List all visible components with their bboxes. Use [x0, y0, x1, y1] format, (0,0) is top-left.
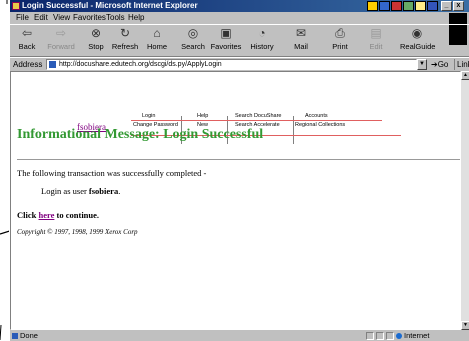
- menu-tools[interactable]: Tools: [106, 12, 125, 24]
- print-icon: ⎙: [335, 26, 345, 40]
- history-icon: ◔: [258, 26, 266, 40]
- menu-bar: File Edit View Favorites Tools Help: [10, 12, 469, 24]
- toolbar: ⇦ Back ⇨ Forward ⊗ Stop ↻ Refresh ⌂ Home…: [10, 24, 469, 57]
- home-label: Home: [146, 42, 167, 51]
- security-zone: Internet: [396, 331, 429, 341]
- home-icon: ⌂: [153, 26, 161, 40]
- mail-icon: ✉: [295, 26, 307, 40]
- refresh-icon: ↻: [119, 26, 131, 40]
- menu-edit[interactable]: Edit: [34, 12, 48, 24]
- search-label: Search: [181, 42, 205, 51]
- status-panel: [366, 332, 374, 340]
- history-label: History: [250, 42, 274, 51]
- forward-button[interactable]: ⇨ Forward: [44, 27, 78, 55]
- scroll-down-button[interactable]: ▼: [461, 321, 469, 330]
- page-icon: [49, 61, 56, 68]
- print-button[interactable]: ⎙ Print: [323, 27, 357, 55]
- login-suffix: .: [118, 186, 121, 196]
- continue-link[interactable]: here: [39, 210, 55, 220]
- menu-view[interactable]: View: [53, 12, 70, 24]
- scroll-up-button[interactable]: ▲: [461, 71, 469, 80]
- status-text: Done: [20, 331, 38, 340]
- tray-icon-1[interactable]: [367, 1, 378, 11]
- stop-icon: ⊗: [90, 26, 102, 40]
- login-result: Login as user fsobiera.: [41, 186, 120, 196]
- logged-user: fsobiera: [88, 186, 119, 196]
- menu-favorites[interactable]: Favorites: [73, 12, 106, 24]
- nav-search-docushare[interactable]: Search DocuShare: [235, 113, 281, 119]
- realguide-button[interactable]: ◉ RealGuide: [400, 26, 436, 55]
- search-button[interactable]: ◎ Search: [176, 27, 210, 55]
- page-done-icon: [12, 333, 18, 339]
- home-button[interactable]: ⌂ Home: [140, 27, 174, 55]
- globe-icon: [396, 333, 402, 340]
- realguide-icon: ◉: [411, 26, 423, 40]
- address-bar: Address http://docushare.edutech.org/dsc…: [10, 57, 469, 70]
- menu-file[interactable]: File: [16, 12, 29, 24]
- tray-icon-5[interactable]: [415, 1, 426, 11]
- nav-login[interactable]: Login: [142, 113, 155, 119]
- search-icon: ◎: [187, 26, 199, 40]
- mail-button[interactable]: ✉ Mail: [284, 27, 318, 55]
- print-label: Print: [332, 42, 348, 51]
- nav-accounts[interactable]: Accounts: [305, 113, 328, 119]
- title-bar: Login Successful - Microsoft Internet Ex…: [10, 0, 469, 12]
- tray-icon-6[interactable]: [427, 1, 438, 11]
- page-title: Informational Message: Login Successful: [17, 127, 264, 142]
- login-prefix: Login as user: [41, 186, 89, 196]
- tray-icon-3[interactable]: [391, 1, 402, 11]
- status-bar: Done Internet: [10, 331, 469, 341]
- forward-arrow-icon: ⇨: [55, 26, 67, 40]
- ie-window-icon: [12, 2, 20, 10]
- status-panel: [376, 332, 384, 340]
- go-arrow-icon: ➔: [431, 60, 438, 69]
- history-button[interactable]: ◔ History: [245, 27, 279, 55]
- go-button[interactable]: ➔Go: [431, 59, 448, 70]
- edit-button[interactable]: ▤ Edit: [359, 27, 393, 55]
- vertical-scrollbar[interactable]: ▲ ▼: [461, 71, 469, 330]
- favorites-icon: ▣: [220, 26, 232, 40]
- edit-icon: ▤: [370, 26, 382, 40]
- status-panel: [386, 332, 394, 340]
- links-button[interactable]: Links: [454, 59, 469, 70]
- refresh-label: Refresh: [111, 42, 139, 51]
- tray-icon-2[interactable]: [379, 1, 390, 11]
- copyright: Copyright © 1997, 1998, 1999 Xerox Corp: [17, 228, 138, 236]
- minimize-button[interactable]: _: [441, 1, 452, 11]
- zone-label: Internet: [404, 331, 430, 340]
- browser-window: Login Successful - Microsoft Internet Ex…: [9, 0, 469, 341]
- favorites-button[interactable]: ▣ Favorites: [209, 27, 243, 55]
- window-title: Login Successful - Microsoft Internet Ex…: [22, 1, 198, 10]
- mail-label: Mail: [294, 42, 308, 51]
- page-content: fsobiera Login Change Password Help New …: [10, 71, 461, 330]
- nav-rule: [131, 120, 382, 121]
- go-label: Go: [437, 60, 449, 69]
- nav-help[interactable]: Help: [197, 113, 208, 119]
- refresh-button[interactable]: ↻ Refresh: [108, 27, 142, 55]
- nav-regional-collections[interactable]: Regional Collections: [295, 122, 345, 128]
- horizontal-rule: [17, 159, 460, 161]
- address-label: Address: [13, 60, 43, 69]
- edit-label: Edit: [369, 42, 383, 51]
- address-url[interactable]: http://docushare.edutech.org/dscgi/ds.py…: [59, 60, 222, 69]
- click-prefix: Click: [17, 210, 39, 220]
- back-button[interactable]: ⇦ Back: [10, 27, 44, 55]
- back-arrow-icon: ⇦: [21, 26, 33, 40]
- click-suffix: to continue.: [54, 210, 100, 220]
- completed-message: The following transaction was successful…: [17, 168, 207, 178]
- close-button[interactable]: x: [453, 1, 464, 11]
- forward-label: Forward: [47, 42, 75, 51]
- continue-message: Click here to continue.: [17, 210, 99, 220]
- realguide-label: RealGuide: [400, 42, 436, 51]
- address-field[interactable]: http://docushare.edutech.org/dscgi/ds.py…: [46, 59, 417, 70]
- menu-help[interactable]: Help: [128, 12, 144, 24]
- back-label: Back: [18, 42, 36, 51]
- address-dropdown-button[interactable]: ▼: [417, 59, 427, 70]
- tray-icon-4[interactable]: [403, 1, 414, 11]
- favorites-label: Favorites: [210, 42, 242, 51]
